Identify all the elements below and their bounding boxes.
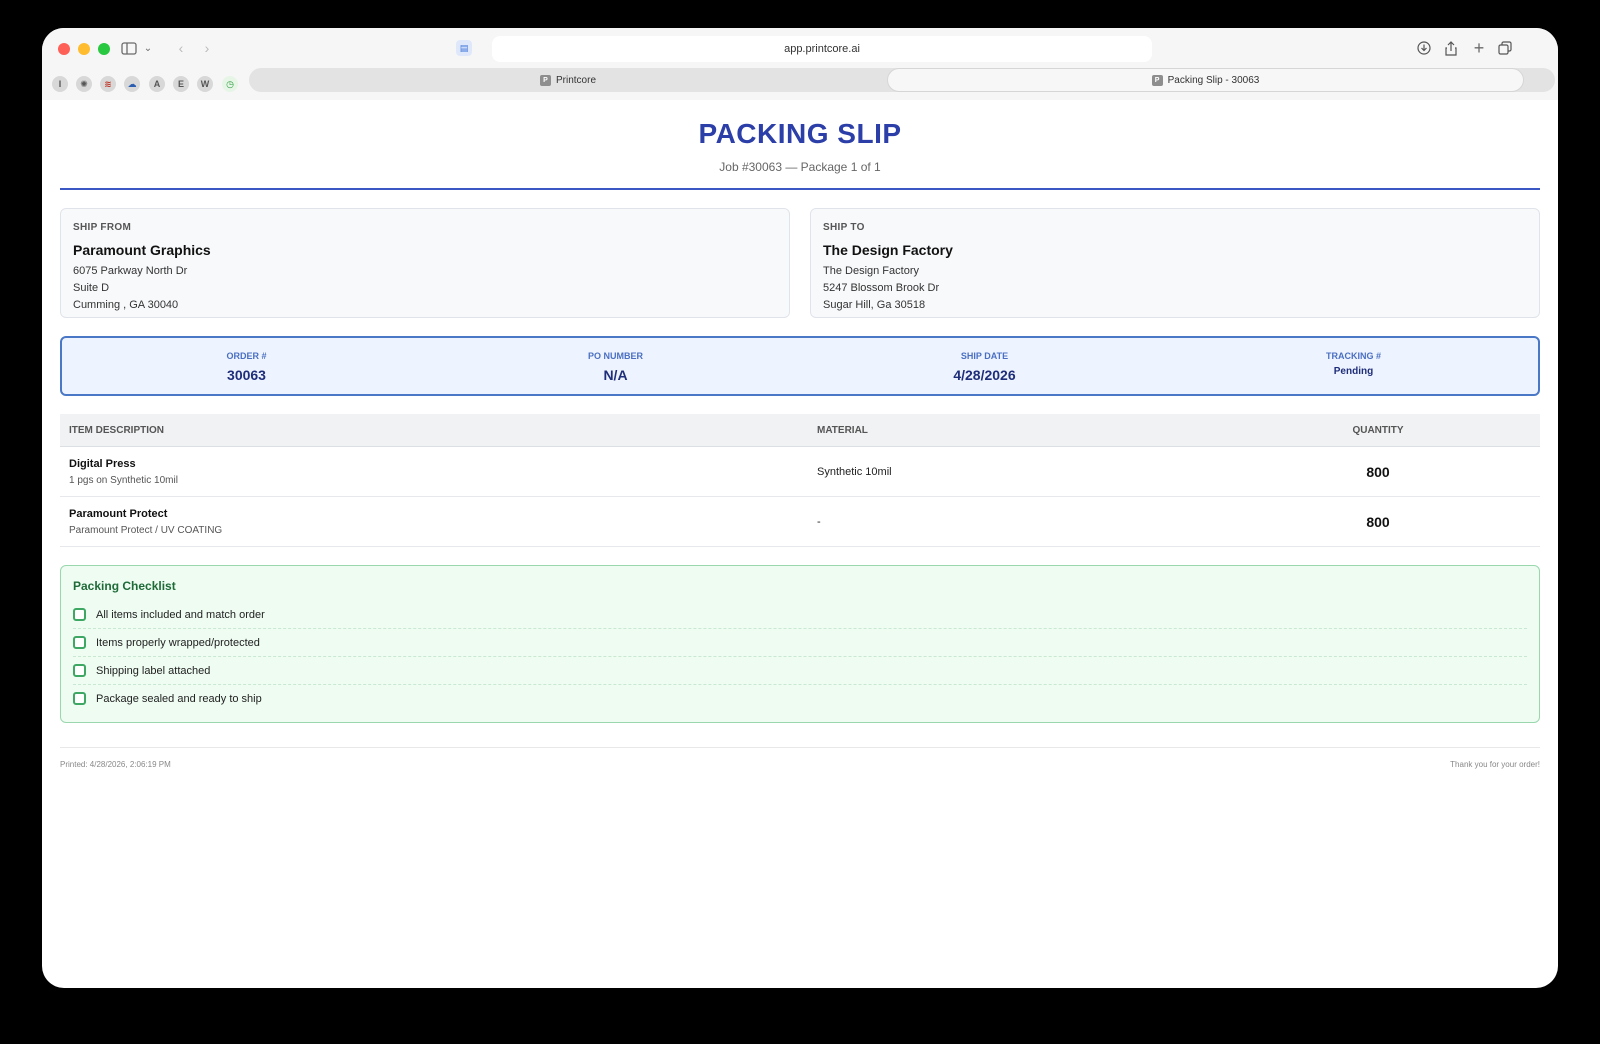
item-name: Digital Press bbox=[69, 457, 136, 470]
item-cell: Paramount Protect Paramount Protect / UV… bbox=[60, 496, 808, 547]
checklist-item-label: Shipping label attached bbox=[96, 664, 211, 677]
tracking-cell: TRACKING # Pending bbox=[1169, 338, 1538, 394]
ship-from-card: SHIP FROM Paramount Graphics 6075 Parkwa… bbox=[60, 208, 790, 318]
favorite-cloud-icon[interactable]: ☁ bbox=[124, 76, 140, 92]
title-divider bbox=[60, 188, 1540, 190]
order-number-cell: ORDER # 30063 bbox=[62, 338, 431, 394]
url-text: app.printcore.ai bbox=[784, 43, 860, 55]
item-description: Paramount Protect / UV COATING bbox=[69, 524, 223, 536]
tab-overview-icon[interactable] bbox=[1497, 38, 1513, 58]
order-info-box: ORDER # 30063 PO NUMBER N/A SHIP DATE 4/… bbox=[60, 336, 1540, 396]
tab-label: Packing Slip - 30063 bbox=[1167, 74, 1260, 86]
reader-mode-icon[interactable]: ▤ bbox=[456, 40, 472, 56]
checklist-item: Items properly wrapped/protected bbox=[73, 629, 1527, 657]
page-title: PACKING SLIP bbox=[698, 118, 902, 149]
share-icon[interactable] bbox=[1443, 38, 1459, 58]
tab-favicon: P bbox=[1151, 74, 1163, 86]
checklist-item: Shipping label attached bbox=[73, 657, 1527, 685]
ship-from-name: Paramount Graphics bbox=[73, 242, 211, 258]
tracking-label: TRACKING # bbox=[1325, 351, 1381, 361]
checklist-item: Package sealed and ready to ship bbox=[73, 685, 1527, 712]
checklist-checkbox[interactable] bbox=[73, 636, 86, 649]
col-quantity: QUANTITY bbox=[1216, 414, 1540, 447]
ship-from-line: Suite D bbox=[73, 282, 110, 294]
ship-to-name: The Design Factory bbox=[823, 242, 953, 258]
favorite-openai-icon[interactable]: ✺ bbox=[76, 76, 92, 92]
tab-bar: I ✺ ≋ ☁ A E W ◷ P Printcore P Packing Sl… bbox=[42, 68, 1558, 100]
close-window-button[interactable] bbox=[58, 43, 70, 55]
address-section: SHIP FROM Paramount Graphics 6075 Parkwa… bbox=[60, 208, 1540, 318]
page-subtitle: Job #30063 — Package 1 of 1 bbox=[719, 160, 881, 174]
favorite-e[interactable]: E bbox=[173, 76, 189, 92]
favorite-app-icon[interactable]: ≋ bbox=[100, 76, 116, 92]
po-number-label: PO NUMBER bbox=[587, 351, 643, 361]
zoom-window-button[interactable] bbox=[98, 43, 110, 55]
col-item-description: ITEM DESCRIPTION bbox=[60, 414, 808, 447]
item-cell: Digital Press 1 pgs on Synthetic 10mil bbox=[60, 446, 808, 497]
items-table: ITEM DESCRIPTION MATERIAL QUANTITY Digit… bbox=[60, 414, 1540, 547]
ship-to-card: SHIP TO The Design Factory The Design Fa… bbox=[810, 208, 1540, 318]
ship-to-line: The Design Factory bbox=[823, 265, 919, 277]
item-material: Synthetic 10mil bbox=[808, 446, 1216, 497]
po-number-cell: PO NUMBER N/A bbox=[431, 338, 800, 394]
ship-date-value: 4/28/2026 bbox=[953, 367, 1016, 383]
back-icon[interactable]: ‹ bbox=[174, 38, 188, 58]
checklist-item: All items included and match order bbox=[73, 601, 1527, 629]
ship-to-line: 5247 Blossom Brook Dr bbox=[823, 282, 940, 294]
packing-slip-page: PACKING SLIP Job #30063 — Package 1 of 1… bbox=[60, 100, 1540, 769]
item-name: Paramount Protect bbox=[69, 507, 168, 520]
window-controls bbox=[58, 43, 110, 55]
item-quantity: 800 bbox=[1216, 496, 1540, 547]
thank-you-note: Thank you for your order! bbox=[1450, 760, 1540, 769]
tab-printcore[interactable]: P Printcore bbox=[249, 68, 887, 92]
order-number-label: ORDER # bbox=[226, 351, 267, 361]
order-number-value: 30063 bbox=[227, 367, 266, 383]
favorite-a[interactable]: A bbox=[149, 76, 165, 92]
printed-timestamp: Printed: 4/28/2026, 2:06:19 PM bbox=[60, 760, 171, 769]
item-description: 1 pgs on Synthetic 10mil bbox=[69, 474, 178, 486]
tab-strip: P Printcore P Packing Slip - 30063 bbox=[249, 68, 1555, 92]
ship-to-line: Sugar Hill, Ga 30518 bbox=[823, 299, 926, 311]
packing-checklist: Packing Checklist All items included and… bbox=[60, 565, 1540, 723]
browser-toolbar: ⌄ ‹ › ▤ ☰ app.printcore.ai + bbox=[42, 28, 1558, 68]
tab-packing-slip[interactable]: P Packing Slip - 30063 bbox=[887, 68, 1524, 92]
po-number-value: N/A bbox=[603, 367, 628, 383]
tab-favicon: P bbox=[539, 74, 551, 86]
table-header-row: ITEM DESCRIPTION MATERIAL QUANTITY bbox=[60, 414, 1540, 447]
ship-date-label: SHIP DATE bbox=[960, 351, 1009, 361]
checklist-item-label: Package sealed and ready to ship bbox=[96, 692, 262, 705]
new-tab-icon[interactable]: + bbox=[1471, 38, 1487, 58]
favorite-clock-icon[interactable]: ◷ bbox=[222, 76, 238, 92]
item-quantity: 800 bbox=[1216, 446, 1540, 497]
checklist-title: Packing Checklist bbox=[73, 579, 176, 593]
download-icon[interactable] bbox=[1416, 38, 1432, 58]
checklist-item-label: Items properly wrapped/protected bbox=[96, 636, 260, 649]
col-material: MATERIAL bbox=[808, 414, 1216, 447]
checklist-checkbox[interactable] bbox=[73, 608, 86, 621]
ship-from-line: 6075 Parkway North Dr bbox=[73, 265, 188, 277]
minimize-window-button[interactable] bbox=[78, 43, 90, 55]
checklist-checkbox[interactable] bbox=[73, 692, 86, 705]
sidebar-toggle-icon[interactable] bbox=[120, 38, 138, 58]
table-row: Paramount Protect Paramount Protect / UV… bbox=[60, 496, 1540, 547]
item-material: - bbox=[808, 496, 1216, 547]
favorite-w[interactable]: W bbox=[197, 76, 213, 92]
tab-label: Printcore bbox=[555, 74, 596, 86]
tracking-value: Pending bbox=[1333, 366, 1374, 377]
slip-footer: Printed: 4/28/2026, 2:06:19 PM Thank you… bbox=[60, 747, 1540, 769]
chevron-down-icon[interactable]: ⌄ bbox=[142, 38, 154, 58]
ship-to-label: SHIP TO bbox=[823, 222, 865, 233]
browser-window: ⌄ ‹ › ▤ ☰ app.printcore.ai + I ✺ ≋ ☁ A E… bbox=[42, 28, 1558, 988]
favorite-i[interactable]: I bbox=[52, 76, 68, 92]
checklist-item-label: All items included and match order bbox=[96, 608, 265, 621]
forward-icon[interactable]: › bbox=[200, 38, 214, 58]
ship-from-label: SHIP FROM bbox=[73, 222, 132, 233]
ship-from-line: Cumming , GA 30040 bbox=[73, 299, 179, 311]
table-row: Digital Press 1 pgs on Synthetic 10mil S… bbox=[60, 446, 1540, 497]
address-bar[interactable]: app.printcore.ai bbox=[492, 36, 1152, 62]
ship-date-cell: SHIP DATE 4/28/2026 bbox=[800, 338, 1169, 394]
checklist-checkbox[interactable] bbox=[73, 664, 86, 677]
